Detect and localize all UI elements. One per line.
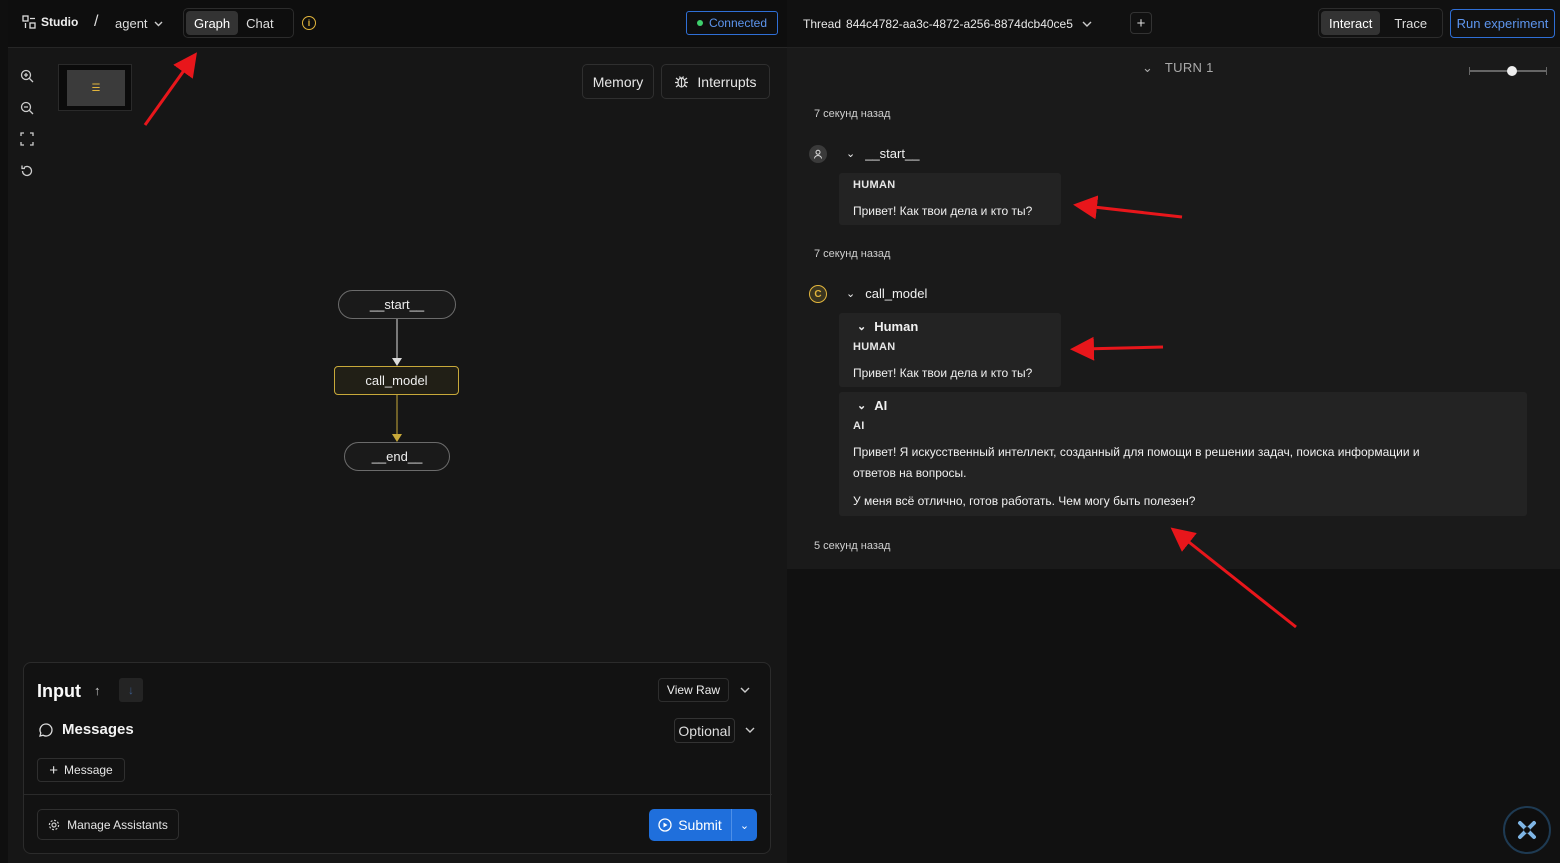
timestamp: 7 секунд назад — [814, 108, 891, 120]
turn-slider[interactable] — [1469, 66, 1547, 76]
human-section-toggle[interactable]: ⌄ Human — [857, 319, 918, 334]
submit-main[interactable]: Submit — [649, 817, 731, 833]
divider — [24, 794, 772, 795]
add-message-label: Message — [64, 763, 113, 777]
input-panel: Input ↑ ↓ View Raw Messages Optional + M… — [23, 662, 772, 854]
role-label: HUMAN — [853, 179, 896, 191]
turn-label: TURN 1 — [1164, 60, 1214, 75]
manage-assistants-label: Manage Assistants — [67, 817, 168, 832]
human-message-bubble: ⌄ Human HUMAN Привет! Как твои дела и кт… — [839, 313, 1061, 387]
chevron-down-icon: ⌄ — [846, 288, 856, 300]
node-name: call_model — [865, 286, 928, 301]
section-label: Human — [874, 319, 919, 334]
chevron-down-icon — [1082, 21, 1092, 27]
messages-text: Messages — [62, 721, 134, 738]
thread-selector[interactable]: Thread 844c4782-aa3c-4872-a256-8874dcb40… — [803, 17, 1092, 31]
view-raw-button[interactable]: View Raw — [658, 678, 729, 702]
mode-tabs: Interact Trace — [1318, 8, 1443, 38]
submit-options-chevron-icon[interactable]: ⌄ — [731, 809, 757, 841]
thread-label: Thread — [803, 17, 842, 31]
add-message-button[interactable]: + Message — [37, 758, 125, 782]
ai-message-bubble: ⌄ AI AI Привет! Я искусственный интеллек… — [839, 392, 1527, 516]
tab-trace[interactable]: Trace — [1386, 11, 1435, 35]
submit-button[interactable]: Submit ⌄ — [649, 809, 757, 841]
slider-knob[interactable] — [1507, 66, 1517, 76]
submit-label: Submit — [678, 817, 722, 833]
section-label: AI — [874, 398, 888, 413]
role-label: AI — [853, 420, 865, 432]
node-start[interactable]: __start__ — [338, 290, 456, 319]
message-text: Привет! Как твои дела и кто ты? — [853, 204, 1033, 218]
assistant-fab-button[interactable] — [1503, 806, 1551, 854]
optional-badge[interactable]: Optional — [674, 718, 735, 743]
chevron-down-icon: ⌄ — [1142, 60, 1154, 75]
thread-panel: Thread 844c4782-aa3c-4872-a256-8874dcb40… — [787, 0, 1560, 863]
conversation-area: ⌄ TURN 1 7 секунд назад ⌄ __start__ HUMA… — [787, 48, 1560, 569]
role-label: HUMAN — [853, 341, 896, 353]
turn-header[interactable]: ⌄ TURN 1 — [1142, 60, 1214, 76]
node-header-start[interactable]: ⌄ __start__ — [846, 146, 919, 161]
chevron-down-icon: ⌄ — [857, 321, 867, 333]
new-thread-button[interactable]: + — [1130, 12, 1152, 34]
plus-icon: + — [49, 761, 59, 779]
model-avatar: C — [809, 285, 827, 303]
messages-label: Messages — [38, 721, 134, 738]
person-icon — [809, 145, 827, 163]
arrow-down-icon[interactable]: ↓ — [119, 678, 143, 702]
node-call-model[interactable]: call_model — [334, 366, 459, 395]
node-header-call-model[interactable]: ⌄ call_model — [846, 286, 927, 301]
arrow-up-icon[interactable]: ↑ — [94, 683, 101, 698]
message-text-line: ответов на вопросы. — [853, 466, 967, 480]
chevron-down-icon: ⌄ — [846, 148, 856, 160]
graph-panel: Studio / agent Graph Chat i Connected ☰ … — [0, 0, 787, 863]
tab-interact[interactable]: Interact — [1321, 11, 1381, 35]
node-name: __start__ — [865, 146, 920, 161]
chevron-down-icon: ⌄ — [857, 400, 867, 412]
chat-bubble-icon — [39, 722, 53, 737]
play-circle-icon — [658, 818, 672, 832]
message-bubble: HUMAN Привет! Как твои дела и кто ты? — [839, 173, 1061, 225]
timestamp: 7 секунд назад — [814, 248, 891, 260]
message-text: Привет! Как твои дела и кто ты? — [853, 366, 1033, 380]
chevron-down-icon[interactable] — [745, 727, 755, 734]
input-title: Input — [37, 681, 81, 701]
slider-cap — [1469, 67, 1470, 75]
gear-icon — [48, 819, 60, 830]
slider-cap — [1546, 67, 1547, 75]
message-text-line: У меня всё отлично, готов работать. Чем … — [853, 494, 1196, 508]
message-text-line: Привет! Я искусственный интеллект, созда… — [853, 445, 1420, 459]
chevron-down-icon[interactable] — [740, 687, 750, 694]
thread-bar: Thread 844c4782-aa3c-4872-a256-8874dcb40… — [787, 0, 1560, 48]
logo-icon — [1518, 821, 1536, 839]
node-end[interactable]: __end__ — [344, 442, 450, 471]
manage-assistants-button[interactable]: Manage Assistants — [37, 809, 179, 840]
timestamp: 5 секунд назад — [814, 540, 891, 552]
run-experiment-button[interactable]: Run experiment — [1450, 9, 1555, 38]
thread-id: 844c4782-aa3c-4872-a256-8874dcb40ce5 — [846, 17, 1073, 31]
ai-section-toggle[interactable]: ⌄ AI — [857, 398, 887, 413]
